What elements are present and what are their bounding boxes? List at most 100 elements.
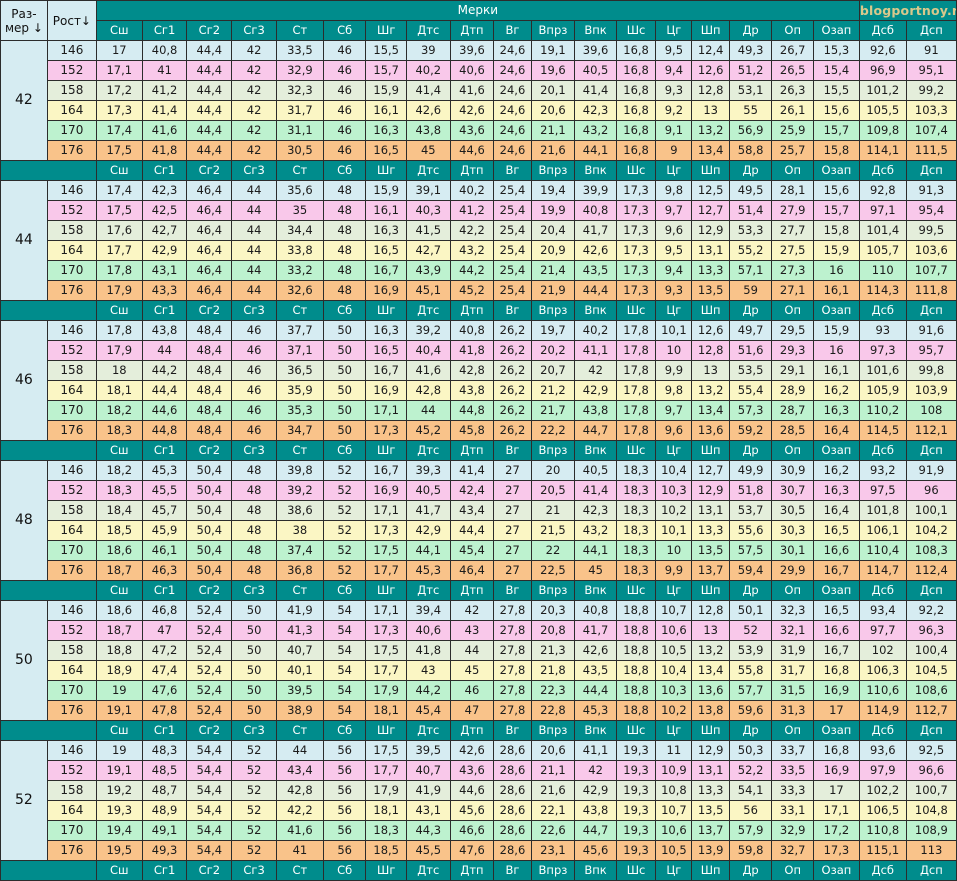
band-spacer [0,860,97,881]
growth-cell: 152 [46,340,97,361]
value-cell-вг: 24,6 [493,80,532,101]
value-cell-дтс: 39 [405,40,451,61]
value-cell-сг3: 52 [231,840,277,861]
value-cell-впк: 42,6 [574,640,617,661]
value-cell-шг: 16,3 [365,220,407,241]
value-cell-шп: 12,5 [691,180,730,201]
value-cell-дтс: 40,3 [405,200,451,221]
measure-header-дтп: Дтп [449,580,495,601]
table-row: 170 19 47,6 52,4 50 39,5 54 17,9 44,2 46 27,8 22,3 4… [1,680,957,701]
table-row: 164 18,1 44,4 48,4 46 35,9 50 16,9 42,8 43,8 26,2 2… [1,380,957,401]
measure-header-ст: Ст [275,160,324,181]
value-cell-шс: 16,8 [615,120,657,141]
value-cell-др: 51,2 [728,60,773,81]
value-cell-ст: 44 [275,740,324,761]
value-cell-дсп: 95,1 [905,60,957,81]
value-cell-ст: 38 [275,520,324,541]
measure-header-дтс: Дтс [405,160,451,181]
table-row: 52 146 19 48,3 54,4 52 44 56 17,5 39,5 42,6 28,6 20,… [0,740,957,861]
value-cell-шп: 13,7 [691,560,730,581]
value-cell-сг2: 50,4 [186,460,233,481]
value-cell-озап: 17,2 [812,820,860,841]
measure-header-сг1: Сг1 [141,860,188,881]
value-cell-дсп: 103,9 [905,380,957,401]
value-cell-шс: 19,3 [615,760,657,781]
measure-header-др: Др [728,720,773,741]
value-cell-впк: 45 [574,560,617,581]
value-cell-впрз: 21,1 [530,760,576,781]
measure-header-сб: Сб [322,300,367,321]
value-cell-дтп: 46 [449,680,495,701]
measure-header-сш: Сш [95,860,143,881]
measure-header-озап: Озап [812,440,860,461]
value-cell-сг2: 48,4 [186,420,233,441]
value-cell-оп: 33,1 [771,800,814,821]
value-cell-шг: 15,7 [365,60,407,81]
value-cell-цг: 10 [655,340,693,361]
value-cell-ст: 33,5 [275,40,324,61]
value-cell-дсб: 97,7 [858,620,907,641]
measure-header-озап: Озап [812,860,860,881]
value-cell-дтс: 43 [405,660,451,681]
value-cell-сг3: 46 [231,320,277,341]
measure-header-шг: Шг [365,720,407,741]
size-cell: 50 [0,600,48,721]
value-cell-вг: 28,6 [493,780,532,801]
value-cell-шг: 18,1 [365,700,407,721]
measure-header-сб: Сб [322,20,367,41]
value-cell-дтс: 41,9 [405,780,451,801]
value-cell-сг3: 50 [231,680,277,701]
value-cell-шп: 12,4 [691,40,730,61]
value-cell-сш: 18,9 [95,660,143,681]
value-cell-озап: 16 [812,260,860,281]
value-cell-шп: 13,4 [691,140,730,161]
measure-header-сг1: Сг1 [141,440,188,461]
measure-header-сг2: Сг2 [186,20,233,41]
measure-header-впрз: Впрз [530,440,576,461]
value-cell-шс: 18,3 [615,520,657,541]
value-cell-впрз: 23,1 [530,840,576,861]
measure-header-сг2: Сг2 [186,160,233,181]
value-cell-дтп: 44,6 [449,140,495,161]
value-cell-цг: 9,7 [655,200,693,221]
value-cell-впрз: 22,1 [530,800,576,821]
value-cell-дсп: 112,1 [905,420,957,441]
value-cell-шс: 17,3 [615,280,657,301]
value-cell-озап: 16,9 [812,760,860,781]
value-cell-сб: 54 [322,700,367,721]
value-cell-сг1: 48,3 [141,740,188,761]
value-cell-сг2: 44,4 [186,100,233,121]
value-cell-шс: 18,3 [615,500,657,521]
value-cell-сб: 54 [322,620,367,641]
value-cell-цг: 9,9 [655,360,693,381]
value-cell-цг: 11 [655,740,693,761]
value-cell-оп: 33,5 [771,760,814,781]
measure-header-дсб: Дсб [858,160,907,181]
value-cell-дтп: 43,4 [449,500,495,521]
value-cell-сг2: 54,4 [186,820,233,841]
value-cell-сб: 46 [322,40,367,61]
measure-header-цг: Цг [655,440,693,461]
value-cell-оп: 28,9 [771,380,814,401]
value-cell-впрз: 20,3 [530,600,576,621]
growth-cell: 158 [46,360,97,381]
value-cell-шг: 18,1 [365,800,407,821]
measure-header-band: Сш Сг1 Сг2 Сг3 Ст Сб Шг Дтс Дтп Вг Впрз Впк Шс Цг Шп Др… [0,160,957,181]
value-cell-дсп: 107,7 [905,260,957,281]
value-cell-ст: 38,6 [275,500,324,521]
growth-cell: 158 [46,640,97,661]
value-cell-сб: 54 [322,660,367,681]
value-cell-цг: 10,2 [655,500,693,521]
table-row: 158 17,2 41,2 44,4 42 32,3 46 15,9 41,4 41,6 24,6 2… [1,80,957,101]
value-cell-озап: 16,1 [812,280,860,301]
value-cell-вг: 28,6 [493,740,532,761]
value-cell-сб: 48 [322,200,367,221]
measure-header-шс: Шс [615,440,657,461]
value-cell-шс: 19,3 [615,840,657,861]
value-cell-сш: 17,9 [95,340,143,361]
value-cell-шс: 18,8 [615,680,657,701]
value-cell-дтс: 41,6 [405,360,451,381]
value-cell-вг: 26,2 [493,320,532,341]
value-cell-шс: 16,8 [615,140,657,161]
table-row: 158 18,8 47,2 52,4 50 40,7 54 17,5 41,8 44 27,8 21,… [1,640,957,661]
